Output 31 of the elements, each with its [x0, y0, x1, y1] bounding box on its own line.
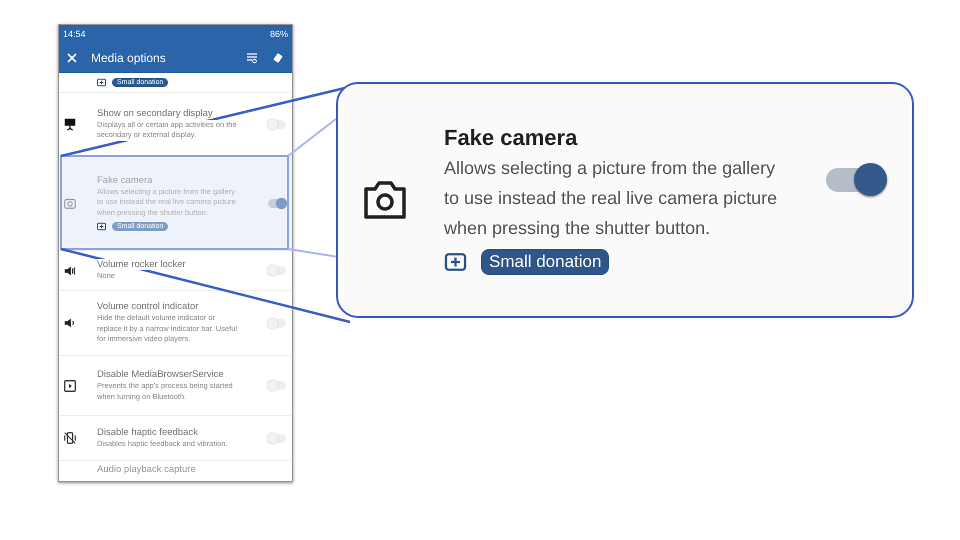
toggle-switch[interactable]	[268, 120, 286, 128]
camera-icon	[362, 179, 408, 221]
status-time: 14:54	[63, 28, 86, 38]
vibration-off-icon	[63, 431, 77, 445]
camera-icon	[63, 196, 77, 210]
close-icon[interactable]	[67, 52, 77, 62]
plus-box-icon	[97, 222, 106, 232]
setting-title: Fake camera	[444, 125, 578, 151]
setting-title: Audio playback capture	[96, 463, 197, 475]
setting-title: Show on secondary display	[97, 108, 213, 118]
donation-tag: Small donation	[481, 249, 610, 275]
play-box-icon	[63, 378, 77, 392]
setting-title: Disable haptic feedback	[97, 426, 198, 438]
plus-box-icon	[97, 78, 106, 87]
toggle-switch[interactable]	[268, 266, 286, 275]
plus-box-icon	[444, 253, 467, 271]
battery-level: 86%	[270, 28, 288, 38]
list-search-icon[interactable]	[246, 52, 258, 64]
toggle-switch[interactable]	[268, 381, 286, 390]
speaker-icon	[63, 316, 77, 330]
setting-title: Disable MediaBrowserService	[97, 369, 224, 380]
setting-title: Fake camera	[97, 174, 152, 186]
setting-description: Allows selecting a picture from the gallery to use instead the real live camera picture when pressing the shutter button.	[444, 157, 778, 240]
setting-title: Volume rocker locker	[97, 259, 186, 270]
app-title: Media options	[91, 50, 167, 64]
setting-title: Volume control indicator	[97, 301, 198, 312]
speaker-icon	[63, 264, 77, 278]
projector-icon	[63, 117, 77, 131]
toggle-switch[interactable]	[268, 434, 286, 442]
toggle-switch[interactable]	[268, 318, 286, 328]
toggle-switch[interactable]	[268, 198, 286, 208]
